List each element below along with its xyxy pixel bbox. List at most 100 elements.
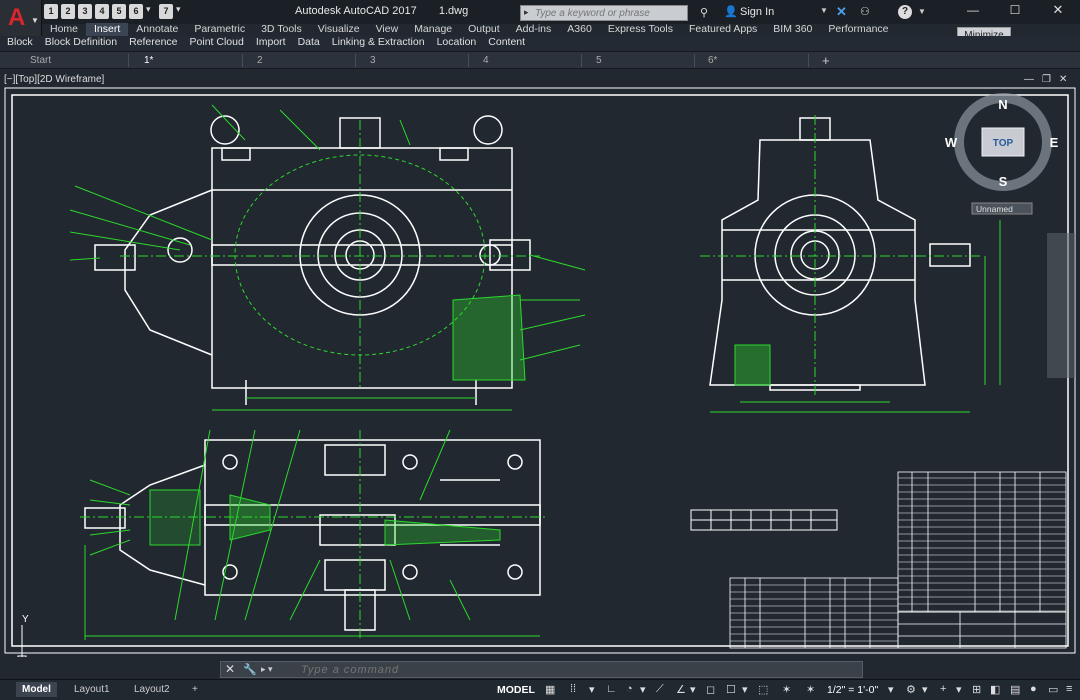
model-space-toggle[interactable]: MODEL <box>497 684 535 696</box>
application-menu-button[interactable]: A ▼ <box>0 0 42 36</box>
search-input[interactable] <box>535 6 685 20</box>
command-input[interactable] <box>301 663 801 677</box>
autocad-window: A ▼ 1 2 3 4 5 6 ▾ 7 ▾ Autodesk AutoCAD 2… <box>0 0 1080 700</box>
viewcube[interactable]: TOP N S E W Unnamed <box>945 93 1059 215</box>
sign-in-button[interactable]: Sign In <box>740 6 774 18</box>
file-tab-2[interactable]: 2 <box>257 55 263 66</box>
selection-cycling-icon[interactable]: ⬚ <box>758 683 768 696</box>
object-snap-icon[interactable]: ◻ <box>706 683 715 696</box>
tab-output[interactable]: Output <box>460 23 508 37</box>
search-box[interactable]: ▸ <box>520 5 688 21</box>
chevron-down-icon[interactable]: ▾ <box>640 683 646 696</box>
object-snap-tracking-icon[interactable]: ∠ <box>676 683 686 696</box>
minimize-window-button[interactable]: — <box>952 0 994 22</box>
annotation-visibility-icon[interactable]: ✶ <box>782 683 791 696</box>
file-tab-6[interactable]: 6* <box>708 55 717 66</box>
layout-tab-layout2[interactable]: Layout2 <box>128 682 176 697</box>
qat-redo-button[interactable]: 7 <box>159 4 173 19</box>
a360-icon[interactable]: ⚇ <box>860 5 870 18</box>
chevron-down-icon[interactable]: ▾ <box>146 4 156 19</box>
autocad-logo-icon: A <box>8 4 26 31</box>
new-tab-icon[interactable]: + <box>822 53 830 68</box>
tab-3d-tools[interactable]: 3D Tools <box>253 23 310 37</box>
tab-home[interactable]: Home <box>42 23 86 37</box>
viewport-close-icon[interactable]: ✕ <box>1059 74 1067 85</box>
chevron-down-icon[interactable]: ▼ <box>918 7 926 16</box>
tab-annotate[interactable]: Annotate <box>128 23 186 37</box>
tab-insert[interactable]: Insert <box>86 23 129 37</box>
tab-bim-360[interactable]: BIM 360 <box>765 23 820 37</box>
file-tab-1[interactable]: 1* <box>144 55 153 66</box>
ortho-icon[interactable]: ∟ <box>606 683 617 695</box>
file-tab-3[interactable]: 3 <box>370 55 376 66</box>
tab-visualize[interactable]: Visualize <box>310 23 368 37</box>
isodraft-icon[interactable]: ⟋ <box>656 683 664 696</box>
help-icon[interactable]: ? <box>898 5 912 19</box>
wrench-icon[interactable]: 🔧 <box>243 663 257 676</box>
binoculars-icon[interactable]: ⚲ <box>700 6 708 19</box>
annotation-scale-dropdown[interactable]: 1/2" = 1'-0" <box>827 684 878 696</box>
isolate-objects-icon[interactable]: ● <box>1030 683 1037 695</box>
viewport-controls-label[interactable]: [−][Top][2D Wireframe] <box>4 74 104 85</box>
quick-properties-icon[interactable]: ◧ <box>990 683 1000 696</box>
tab-performance[interactable]: Performance <box>820 23 896 37</box>
file-tab-start[interactable]: Start <box>30 55 51 66</box>
chevron-down-icon[interactable]: ▾ <box>956 683 962 696</box>
file-tab-5[interactable]: 5 <box>596 55 602 66</box>
close-window-button[interactable]: ✕ <box>1036 0 1080 22</box>
panel-reference[interactable]: Reference <box>123 36 183 50</box>
qat-saveas-button[interactable]: 4 <box>95 4 109 19</box>
maximize-window-button[interactable]: ☐ <box>994 0 1036 22</box>
panel-location[interactable]: Location <box>431 36 483 50</box>
chevron-down-icon[interactable]: ▾ <box>922 683 928 696</box>
file-tab-4[interactable]: 4 <box>483 55 489 66</box>
workspace-switching-icon[interactable]: ⚙ <box>906 683 916 696</box>
autodesk-exchange-icon[interactable]: ✕ <box>836 4 847 20</box>
layout-tab-model[interactable]: Model <box>16 682 57 697</box>
customization-icon[interactable]: ≡ <box>1066 683 1072 695</box>
viewport-restore-icon[interactable]: ❐ <box>1042 74 1051 85</box>
close-icon[interactable]: ✕ <box>225 662 235 676</box>
compass-west-label: W <box>945 135 958 150</box>
chevron-down-icon[interactable]: ▼ <box>820 6 828 15</box>
qat-open-button[interactable]: 2 <box>61 4 75 19</box>
qat-undo-button[interactable]: 6 <box>129 4 143 19</box>
chevron-down-icon[interactable]: ▾ <box>888 683 894 696</box>
panel-block-definition[interactable]: Block Definition <box>39 36 123 50</box>
lineweight-icon[interactable]: ☐ <box>726 683 736 696</box>
clean-screen-icon[interactable]: ▭ <box>1048 683 1058 696</box>
panel-data[interactable]: Data <box>292 36 326 50</box>
polar-tracking-icon[interactable]: ◔ <box>626 683 633 695</box>
layout-tab-layout1[interactable]: Layout1 <box>68 682 116 697</box>
panel-point-cloud[interactable]: Point Cloud <box>184 36 250 50</box>
snap-icon[interactable]: ⁞⁞ <box>570 683 576 695</box>
lock-ui-icon[interactable]: ▤ <box>1010 683 1020 696</box>
panel-linking-extraction[interactable]: Linking & Extraction <box>326 36 431 50</box>
tab-express-tools[interactable]: Express Tools <box>600 23 681 37</box>
annotation-monitor-icon[interactable]: + <box>940 683 946 695</box>
qat-plot-button[interactable]: 5 <box>112 4 126 19</box>
chevron-down-icon[interactable]: ▾ <box>742 683 748 696</box>
panel-content[interactable]: Content <box>482 36 531 50</box>
tab-parametric[interactable]: Parametric <box>186 23 253 37</box>
drawing-canvas[interactable]: Y X TOP N S E W Unnamed <box>0 85 1080 657</box>
tab-featured-apps[interactable]: Featured Apps <box>681 23 765 37</box>
qat-customize-dropdown-icon[interactable]: ▾ <box>176 4 186 19</box>
tab-view[interactable]: View <box>368 23 407 37</box>
chevron-down-icon[interactable]: ▾ <box>589 683 595 696</box>
tab-manage[interactable]: Manage <box>406 23 460 37</box>
qat-new-button[interactable]: 1 <box>44 4 58 19</box>
chevron-down-icon[interactable]: ▾ <box>690 683 696 696</box>
units-icon[interactable]: ⊞ <box>972 683 981 696</box>
panel-block[interactable]: Block <box>0 36 39 50</box>
auto-scale-icon[interactable]: ✶ <box>806 683 815 696</box>
tab-add-ins[interactable]: Add-ins <box>508 23 560 37</box>
viewport-minimize-icon[interactable]: — <box>1024 74 1034 85</box>
grid-icon[interactable]: ▦ <box>545 683 555 696</box>
navigation-bar[interactable] <box>1047 233 1075 378</box>
add-layout-icon[interactable]: + <box>186 682 204 697</box>
chevron-down-icon: ▼ <box>31 16 39 25</box>
tab-a360[interactable]: A360 <box>559 23 600 37</box>
panel-import[interactable]: Import <box>250 36 292 50</box>
qat-save-button[interactable]: 3 <box>78 4 92 19</box>
